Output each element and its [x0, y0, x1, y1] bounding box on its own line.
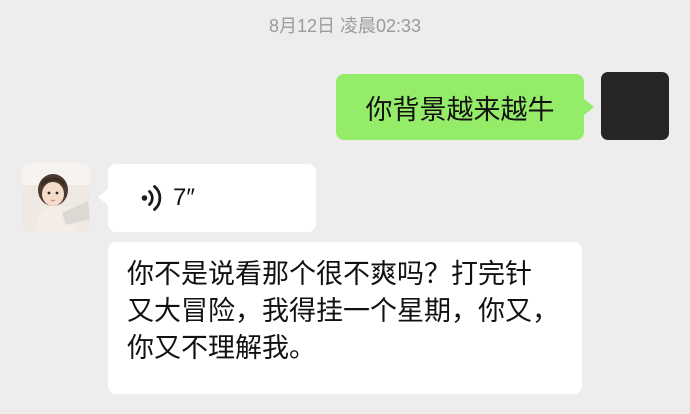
- voice-message-bubble[interactable]: 7″: [98, 164, 316, 232]
- sent-message-text: 你背景越来越牛: [365, 94, 555, 126]
- sent-message-bubble[interactable]: 你背景越来越牛: [336, 74, 594, 140]
- received-message-bubble[interactable]: 你不是说看那个很不爽吗？打完针 又大冒险，我得挂一个星期，你又， 你又不理解我。: [108, 242, 582, 394]
- child-photo-avatar: [22, 163, 90, 231]
- voice-wave-icon: [141, 185, 162, 211]
- message-line: 又大冒险，我得挂一个星期，你又，: [127, 296, 559, 327]
- contact-avatar[interactable]: [22, 163, 90, 231]
- voice-duration: 7″: [173, 184, 195, 211]
- message-line: 你又不理解我。: [127, 333, 316, 364]
- chat-timestamp: 8月12日 凌晨02:33: [268, 16, 422, 36]
- message-line: 你不是说看那个很不爽吗？打完针: [127, 259, 532, 290]
- own-avatar[interactable]: [601, 72, 669, 140]
